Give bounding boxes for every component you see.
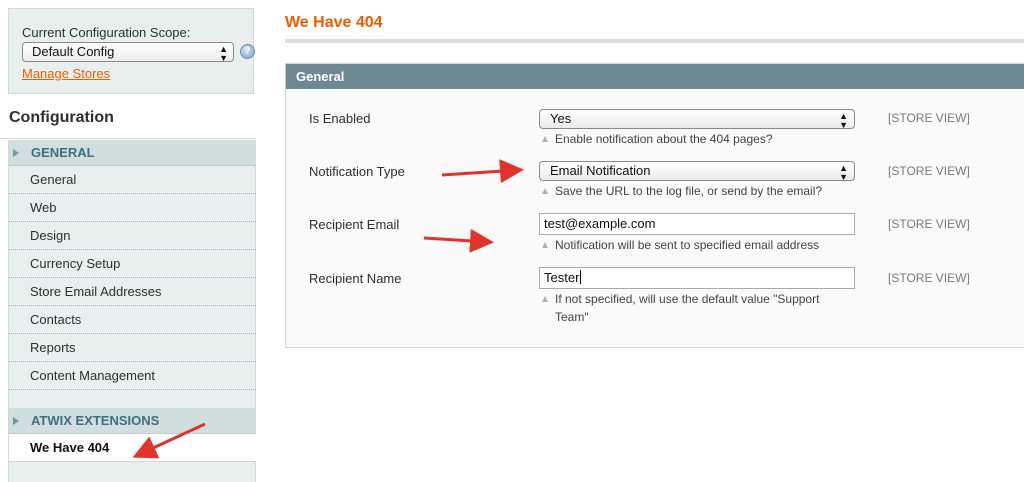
recipient-name-value: Tester bbox=[544, 270, 580, 285]
scope-select[interactable]: Default Config ▲ ▼ bbox=[22, 42, 234, 63]
recipient-email-scope: [STORE VIEW] bbox=[888, 217, 970, 231]
sidebar-item-content-management[interactable]: Content Management bbox=[9, 362, 256, 390]
section-heading: ATWIX EXTENSIONS bbox=[31, 413, 160, 428]
sidebar-item-reports[interactable]: Reports bbox=[9, 334, 256, 362]
is-enabled-value: Yes bbox=[550, 111, 572, 126]
manage-stores-link[interactable]: Manage Stores bbox=[22, 66, 110, 81]
triangle-up-icon bbox=[542, 188, 548, 194]
section-heading: GENERAL bbox=[31, 145, 95, 160]
text-cursor bbox=[580, 270, 582, 284]
config-nav: GENERAL General Web Design Currency Setu… bbox=[8, 140, 256, 482]
scope-select-value: Default Config bbox=[32, 44, 115, 59]
notification-type-select[interactable]: Email Notification ▲ ▼ bbox=[539, 161, 855, 182]
fieldset-header[interactable]: General bbox=[286, 64, 1024, 89]
general-fieldset: General Is Enabled Yes ▲ ▼ Enable notific… bbox=[285, 63, 1024, 348]
help-icon[interactable]: ? bbox=[240, 44, 255, 59]
chevron-up-down-icon: ▲ ▼ bbox=[839, 163, 848, 182]
scope-label: Current Configuration Scope: bbox=[22, 25, 191, 40]
triangle-up-icon bbox=[542, 242, 548, 248]
is-enabled-note: Enable notification about the 404 pages? bbox=[540, 130, 840, 148]
triangle-right-icon bbox=[13, 417, 19, 425]
triangle-right-icon bbox=[13, 149, 19, 157]
scope-panel: Current Configuration Scope: Default Con… bbox=[8, 8, 255, 94]
is-enabled-scope: [STORE VIEW] bbox=[888, 111, 970, 125]
sidebar-item-general[interactable]: General bbox=[9, 166, 256, 194]
recipient-email-note: Notification will be sent to specified e… bbox=[540, 236, 840, 254]
sidebar-item-contacts[interactable]: Contacts bbox=[9, 306, 256, 334]
sidebar-item-currency-setup[interactable]: Currency Setup bbox=[9, 250, 256, 278]
recipient-email-label: Recipient Email bbox=[309, 217, 400, 232]
notification-type-label: Notification Type bbox=[309, 164, 405, 179]
notification-type-value: Email Notification bbox=[550, 163, 651, 178]
sidebar-title: Configuration bbox=[0, 96, 256, 139]
sidebar-item-web[interactable]: Web bbox=[9, 194, 256, 222]
notification-type-scope: [STORE VIEW] bbox=[888, 164, 970, 178]
page-title: We Have 404 bbox=[285, 14, 383, 31]
recipient-name-label: Recipient Name bbox=[309, 271, 402, 286]
triangle-up-icon bbox=[542, 136, 548, 142]
recipient-name-input[interactable]: Tester bbox=[539, 267, 855, 289]
recipient-name-note: If not specified, will use the default v… bbox=[540, 290, 840, 326]
recipient-email-value: test@example.com bbox=[544, 216, 656, 231]
recipient-email-input[interactable]: test@example.com bbox=[539, 213, 855, 235]
sidebar-item-we-have-404[interactable]: We Have 404 bbox=[9, 434, 256, 462]
triangle-up-icon bbox=[542, 296, 548, 302]
section-atwix-extensions[interactable]: ATWIX EXTENSIONS bbox=[9, 408, 256, 434]
sidebar-item-store-email-addresses[interactable]: Store Email Addresses bbox=[9, 278, 256, 306]
is-enabled-select[interactable]: Yes ▲ ▼ bbox=[539, 109, 855, 130]
chevron-up-down-icon: ▲ ▼ bbox=[839, 111, 848, 130]
is-enabled-label: Is Enabled bbox=[309, 111, 371, 126]
section-general[interactable]: GENERAL bbox=[9, 140, 256, 166]
sidebar-item-design[interactable]: Design bbox=[9, 222, 256, 250]
title-divider bbox=[285, 39, 1024, 43]
chevron-up-down-icon: ▲ ▼ bbox=[219, 44, 228, 63]
recipient-name-scope: [STORE VIEW] bbox=[888, 271, 970, 285]
notification-type-note: Save the URL to the log file, or send by… bbox=[540, 182, 840, 200]
